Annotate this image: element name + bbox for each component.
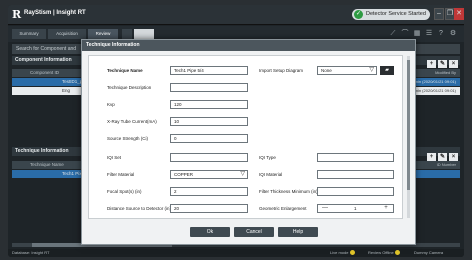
iqi-type-field[interactable] (317, 153, 394, 162)
dialog-title: Technique Information (82, 40, 415, 51)
kvp-field[interactable]: 120 (170, 100, 248, 109)
minimize-button[interactable]: – (434, 8, 444, 20)
tab-extra[interactable] (122, 29, 132, 39)
app-brand: RayStism | Insight RT (24, 10, 86, 16)
chevron-down-icon: ▽ (240, 171, 245, 177)
title-bar: R RayStism | Insight RT ✓ Detector Servi… (8, 5, 464, 25)
status-footer: Database: Insight RT Live mode Review Of… (8, 249, 464, 257)
iqi-set-label: IQI Set (107, 155, 122, 160)
image-icon: ▰ (385, 67, 389, 73)
ok-button[interactable]: Ok (190, 227, 230, 237)
technique-name-field[interactable]: Tech1 Pipe 5/4 (170, 66, 248, 75)
import-setup-diagram-value: None (321, 68, 332, 73)
view-toggle-button[interactable] (134, 29, 154, 39)
delete-component-button[interactable]: × (449, 60, 458, 68)
iqi-set-field[interactable] (170, 153, 248, 162)
browse-image-button[interactable]: ▰ (380, 66, 394, 75)
footer-live-mode: Live mode (330, 249, 355, 257)
focal-spot-field[interactable]: 2 (170, 187, 248, 196)
filter-material-value: COPPER (174, 172, 194, 177)
import-setup-diagram-label: Import Setup Diagram (259, 68, 304, 73)
delete-technique-button[interactable]: × (449, 153, 458, 161)
technique-dialog: Technique Information Technique Name Tec… (81, 39, 416, 245)
list-icon[interactable]: ☰ (424, 29, 434, 39)
iqi-material-field[interactable] (317, 170, 394, 179)
xray-tube-current-label: X-Ray Tube Current(mA) (107, 119, 157, 124)
screen: R RayStism | Insight RT ✓ Detector Servi… (0, 0, 472, 260)
geometric-enlargement-stepper[interactable]: — 1 + (317, 204, 394, 213)
source-strength-label: Source Strength (Ci) (107, 136, 149, 141)
app-window: R RayStism | Insight RT ✓ Detector Servi… (8, 5, 464, 257)
filter-material-select[interactable]: COPPER ▽ (170, 170, 248, 179)
measure-icon[interactable]: ⟋ (388, 29, 398, 39)
edit-component-button[interactable]: ✎ (438, 60, 447, 68)
close-button[interactable]: ✕ (454, 8, 464, 20)
help-button[interactable]: Help (278, 227, 318, 237)
footer-camera: Dummy Camera (414, 250, 444, 255)
filter-thickness-label: Filter Thickness Minimum (in) (259, 189, 318, 194)
tab-review[interactable]: Review (88, 29, 118, 39)
help-icon[interactable]: ? (436, 29, 446, 39)
iqi-material-label: IQI Material (259, 172, 283, 177)
component-id-header: Component ID (30, 70, 60, 75)
modified-by-header: Modified By (435, 70, 456, 75)
footer-review: Review Offline (368, 249, 400, 257)
scrollbar-thumb[interactable] (407, 60, 410, 190)
tab-summary[interactable]: Summary (12, 29, 46, 39)
grid-icon[interactable]: ▦ (412, 29, 422, 39)
xray-tube-current-field[interactable]: 10 (170, 117, 248, 126)
iqi-type-label: IQI Type (259, 155, 276, 160)
source-strength-field[interactable]: 0 (170, 134, 248, 143)
technique-description-label: Technique Description (107, 85, 152, 90)
geometric-enlargement-value: 1 (354, 206, 357, 211)
technique-description-field[interactable] (170, 83, 248, 92)
live-status-icon (349, 250, 355, 256)
detector-status-text: Detector Service Started (366, 11, 426, 17)
increment-button[interactable]: + (381, 205, 391, 212)
app-logo-icon: R (12, 8, 22, 21)
filter-material-label: Filter Material (107, 172, 135, 177)
cancel-button[interactable]: Cancel (234, 227, 274, 237)
ruler-icon[interactable]: ⌒ (400, 29, 410, 39)
kvp-label: Kvp (107, 102, 115, 107)
edit-technique-button[interactable]: ✎ (438, 153, 447, 161)
decrement-button[interactable]: — (320, 205, 330, 212)
dialog-form: Technique Name Tech1 Pipe 5/4 Technique … (88, 55, 403, 219)
settings-icon[interactable]: ⚙ (448, 29, 458, 39)
component-row-label: Eng (62, 88, 71, 93)
focal-spot-label: Focal Spot(s) (in) (107, 189, 142, 194)
component-row-modified: Admin (2020/01/21 09:01) (409, 88, 456, 93)
id-number-header: ID Number (436, 162, 456, 167)
technique-name-label: Technique Name (107, 68, 143, 73)
review-status-icon (394, 250, 400, 256)
footer-database: Database: Insight RT (12, 250, 50, 255)
tab-acquisition[interactable]: Acquisition (48, 29, 86, 39)
detector-status-badge: ✓ Detector Service Started (352, 9, 430, 20)
check-icon: ✓ (354, 10, 363, 19)
distance-source-detector-label: Distance Source to Detector (in) (107, 206, 172, 211)
add-technique-button[interactable]: + (427, 153, 436, 161)
chevron-down-icon: ▽ (369, 67, 374, 73)
filter-thickness-field[interactable] (317, 187, 394, 196)
component-row-modified: Admin (2020/01/21 09:01) (409, 79, 456, 84)
distance-source-detector-field[interactable]: 20 (170, 204, 248, 213)
technique-name-header: Technique Name (30, 162, 64, 167)
add-component-button[interactable]: + (427, 60, 436, 68)
dialog-scrollbar[interactable] (407, 56, 410, 218)
import-setup-diagram-select[interactable]: None ▽ (317, 66, 377, 75)
geometric-enlargement-label: Geometric Enlargement (259, 206, 307, 211)
